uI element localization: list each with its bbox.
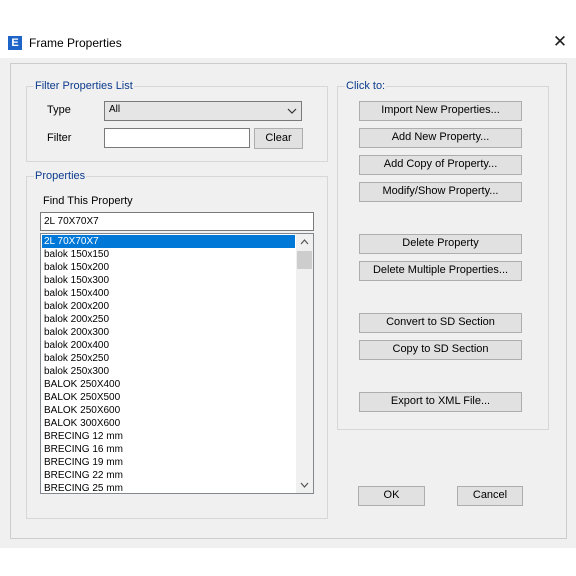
- properties-listbox[interactable]: 2L 70X70X7 balok 150x150 balok 150x200 balo…: [40, 233, 314, 494]
- filter-label: Filter: [47, 132, 72, 144]
- list-item[interactable]: BRECING 25 mm: [42, 482, 295, 493]
- type-select-value: All: [109, 104, 121, 115]
- add-copy-of-property-button[interactable]: Add Copy of Property...: [359, 155, 522, 175]
- list-item[interactable]: BRECING 16 mm: [42, 443, 295, 456]
- list-item[interactable]: balok 150x400: [42, 287, 295, 300]
- modify-show-property-button[interactable]: Modify/Show Property...: [359, 182, 522, 202]
- list-item[interactable]: balok 200x250: [42, 313, 295, 326]
- find-property-label: Find This Property: [43, 195, 133, 207]
- filter-input[interactable]: [104, 128, 250, 148]
- convert-to-sd-section-button[interactable]: Convert to SD Section: [359, 313, 522, 333]
- list-item[interactable]: 2L 70X70X7: [42, 235, 295, 248]
- app-e-icon: E: [8, 36, 22, 50]
- list-item[interactable]: balok 150x150: [42, 248, 295, 261]
- scroll-down-icon[interactable]: [296, 477, 313, 493]
- list-item[interactable]: balok 250x300: [42, 365, 295, 378]
- list-item[interactable]: BALOK 300X600: [42, 417, 295, 430]
- list-item[interactable]: BALOK 250X600: [42, 404, 295, 417]
- dialog-body: Filter Properties List Type All Filter C…: [0, 58, 576, 548]
- title-bar: E Frame Properties ✕: [0, 28, 576, 58]
- window-title: Frame Properties: [29, 36, 122, 50]
- clear-button[interactable]: Clear: [254, 128, 303, 149]
- cancel-button[interactable]: Cancel: [457, 486, 523, 506]
- properties-group-label: Properties: [34, 170, 87, 182]
- export-to-xml-button[interactable]: Export to XML File...: [359, 392, 522, 412]
- list-item[interactable]: balok 200x200: [42, 300, 295, 313]
- list-item[interactable]: BALOK 250X500: [42, 391, 295, 404]
- delete-property-button[interactable]: Delete Property: [359, 234, 522, 254]
- list-item[interactable]: BRECING 19 mm: [42, 456, 295, 469]
- list-scrollbar[interactable]: [296, 234, 313, 493]
- list-item[interactable]: balok 150x200: [42, 261, 295, 274]
- find-property-input[interactable]: [40, 212, 314, 231]
- list-item[interactable]: BALOK 250X400: [42, 378, 295, 391]
- close-icon[interactable]: ✕: [548, 31, 572, 55]
- ok-button[interactable]: OK: [358, 486, 425, 506]
- filter-group-label: Filter Properties List: [34, 80, 134, 92]
- copy-to-sd-section-button[interactable]: Copy to SD Section: [359, 340, 522, 360]
- click-to-group-label: Click to:: [345, 80, 387, 92]
- list-item[interactable]: balok 200x400: [42, 339, 295, 352]
- add-new-property-button[interactable]: Add New Property...: [359, 128, 522, 148]
- list-item[interactable]: BRECING 22 mm: [42, 469, 295, 482]
- scroll-up-icon[interactable]: [296, 234, 313, 250]
- import-new-properties-button[interactable]: Import New Properties...: [359, 101, 522, 121]
- background-strip: [0, 548, 576, 576]
- filter-group: Filter Properties List: [26, 80, 328, 162]
- list-item[interactable]: balok 250x250: [42, 352, 295, 365]
- type-label: Type: [47, 104, 71, 116]
- list-item[interactable]: balok 150x300: [42, 274, 295, 287]
- scrollbar-thumb[interactable]: [297, 251, 312, 269]
- list-item[interactable]: balok 200x300: [42, 326, 295, 339]
- type-select[interactable]: All: [104, 101, 302, 121]
- list-item[interactable]: BRECING 12 mm: [42, 430, 295, 443]
- delete-multiple-properties-button[interactable]: Delete Multiple Properties...: [359, 261, 522, 281]
- chevron-down-icon: [287, 102, 297, 123]
